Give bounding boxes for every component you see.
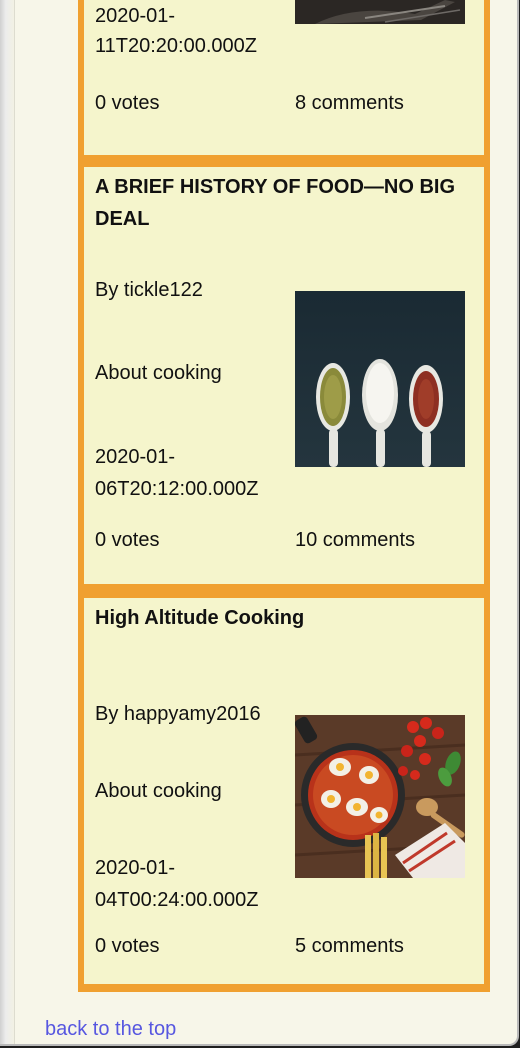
article-title[interactable]: A BRIEF HISTORY OF FOOD—NO BIG DEAL: [95, 171, 480, 235]
article-date-time: 06T20:12:00.000Z: [95, 478, 259, 500]
article-topic: About cooking: [95, 780, 222, 802]
article-author: By tickle122: [95, 279, 203, 301]
article-card[interactable]: High Altitude Cooking By happyamy2016 Ab…: [84, 598, 484, 984]
food-photo-icon[interactable]: [295, 0, 465, 24]
article-votes: 0 votes: [95, 935, 160, 957]
article-date: 2020-01-: [95, 5, 176, 27]
window-left-edge: [0, 0, 15, 1044]
article-card[interactable]: 2020-01- 11T20:20:00.000Z 0 votes 8 comm…: [84, 0, 484, 155]
article-date-time: 04T00:24:00.000Z: [95, 889, 259, 911]
article-comments-link[interactable]: 8 comments: [295, 87, 404, 119]
browser-window: 2020-01- 11T20:20:00.000Z 0 votes 8 comm…: [0, 0, 519, 1046]
article-votes: 0 votes: [95, 529, 160, 551]
shakshuka-pan-icon[interactable]: [295, 715, 465, 878]
article-votes: 0 votes: [95, 92, 160, 114]
spice-spoons-icon[interactable]: [295, 291, 465, 467]
article-list: 2020-01- 11T20:20:00.000Z 0 votes 8 comm…: [78, 0, 490, 992]
article-date: 2020-01-: [95, 857, 176, 879]
back-to-top-link[interactable]: back to the top: [45, 1015, 176, 1043]
article-title[interactable]: High Altitude Cooking: [95, 602, 480, 634]
article-comments-link[interactable]: 10 comments: [295, 524, 415, 556]
article-author: By happyamy2016: [95, 703, 261, 725]
article-date: 2020-01-: [95, 446, 176, 468]
article-date-time: 11T20:20:00.000Z: [95, 35, 257, 57]
article-topic: About cooking: [95, 362, 222, 384]
article-comments-link[interactable]: 5 comments: [295, 930, 404, 962]
article-card[interactable]: A BRIEF HISTORY OF FOOD—NO BIG DEAL By t…: [84, 167, 484, 584]
